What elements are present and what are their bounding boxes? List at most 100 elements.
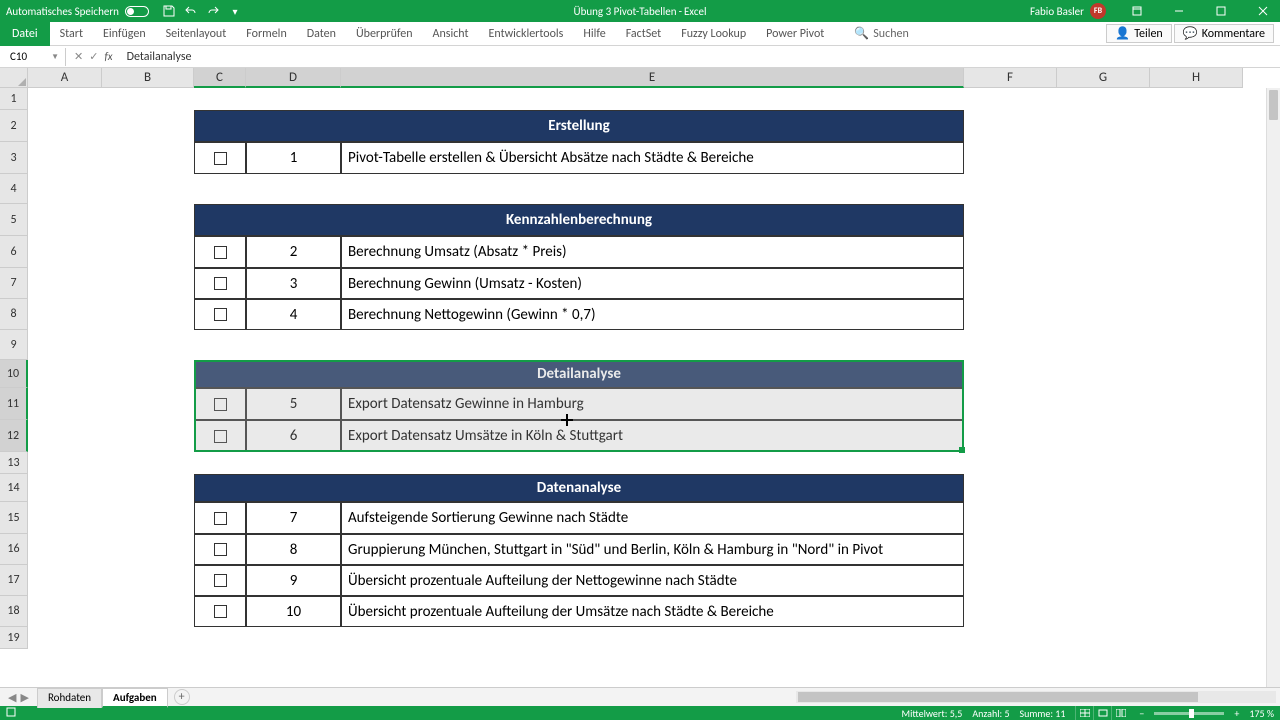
select-all-corner[interactable]: [0, 68, 28, 88]
task-checkbox-cell[interactable]: [194, 388, 246, 420]
row-header[interactable]: 15: [0, 502, 28, 534]
cancel-icon[interactable]: ✕: [74, 50, 83, 63]
task-description-cell[interactable]: Übersicht prozentuale Aufteilung der Ums…: [341, 596, 964, 627]
task-number-cell[interactable]: 8: [246, 534, 341, 565]
task-description-cell[interactable]: Berechnung Nettogewinn (Gewinn * 0,7): [341, 299, 964, 330]
ribbon-tab[interactable]: Einfügen: [93, 22, 156, 46]
section-header[interactable]: Detailanalyse: [194, 360, 964, 388]
column-header[interactable]: C: [194, 68, 246, 88]
checkbox-icon[interactable]: [214, 246, 227, 259]
row-header[interactable]: 6: [0, 236, 28, 268]
row-header[interactable]: 10: [0, 360, 28, 388]
task-description-cell[interactable]: Export Datensatz Umsätze in Köln & Stutt…: [341, 420, 964, 452]
checkbox-icon[interactable]: [214, 398, 227, 411]
share-button[interactable]: 👤 Teilen: [1106, 24, 1172, 43]
task-description-cell[interactable]: Übersicht prozentuale Aufteilung der Net…: [341, 565, 964, 596]
view-page-break-icon[interactable]: [1111, 706, 1129, 720]
row-header[interactable]: 2: [0, 110, 28, 142]
task-description-cell[interactable]: Aufsteigende Sortierung Gewinne nach Stä…: [341, 502, 964, 534]
checkbox-icon[interactable]: [214, 574, 227, 587]
task-number-cell[interactable]: 6: [246, 420, 341, 452]
row-header[interactable]: 16: [0, 534, 28, 565]
sheet-nav-next-icon[interactable]: ▶: [20, 691, 28, 704]
task-number-cell[interactable]: 10: [246, 596, 341, 627]
row-header[interactable]: 17: [0, 565, 28, 596]
name-box[interactable]: C10 ▼: [4, 48, 66, 66]
column-header[interactable]: B: [102, 68, 194, 88]
section-header[interactable]: Datenanalyse: [194, 474, 964, 502]
ribbon-tab[interactable]: Entwicklertools: [479, 22, 574, 46]
row-header[interactable]: 18: [0, 596, 28, 627]
row-header[interactable]: 5: [0, 204, 28, 236]
horizontal-scrollbar[interactable]: [796, 691, 1276, 703]
ribbon-tab[interactable]: Seitenlayout: [156, 22, 237, 46]
ribbon-tab[interactable]: Start: [50, 22, 93, 46]
record-macro-icon[interactable]: [6, 707, 16, 720]
section-header[interactable]: Erstellung: [194, 110, 964, 142]
task-number-cell[interactable]: 9: [246, 565, 341, 596]
column-header[interactable]: A: [28, 68, 102, 88]
row-header[interactable]: 4: [0, 174, 28, 204]
column-header[interactable]: G: [1057, 68, 1150, 88]
row-header[interactable]: 12: [0, 420, 28, 452]
ribbon-tab[interactable]: Formeln: [236, 22, 296, 46]
checkbox-icon[interactable]: [214, 152, 227, 165]
checkbox-icon[interactable]: [214, 308, 227, 321]
row-header[interactable]: 9: [0, 330, 28, 360]
task-checkbox-cell[interactable]: [194, 534, 246, 565]
task-checkbox-cell[interactable]: [194, 502, 246, 534]
close-button[interactable]: [1246, 0, 1280, 22]
task-description-cell[interactable]: Gruppierung München, Stuttgart in "Süd" …: [341, 534, 964, 565]
checkbox-icon[interactable]: [214, 605, 227, 618]
redo-icon[interactable]: [207, 5, 219, 17]
user-account[interactable]: Fabio Basler FB: [1030, 3, 1106, 19]
view-page-layout-icon[interactable]: [1093, 706, 1111, 720]
checkbox-icon[interactable]: [214, 512, 227, 525]
row-header[interactable]: 1: [0, 88, 28, 110]
task-checkbox-cell[interactable]: [194, 236, 246, 268]
task-checkbox-cell[interactable]: [194, 420, 246, 452]
task-description-cell[interactable]: Berechnung Gewinn (Umsatz - Kosten): [341, 268, 964, 299]
task-number-cell[interactable]: 1: [246, 142, 341, 174]
ribbon-display-options-icon[interactable]: [1120, 0, 1154, 22]
column-header[interactable]: D: [246, 68, 341, 88]
save-icon[interactable]: [163, 5, 175, 17]
row-header[interactable]: 19: [0, 627, 28, 649]
vertical-scrollbar[interactable]: [1266, 88, 1280, 687]
task-checkbox-cell[interactable]: [194, 268, 246, 299]
check-icon[interactable]: ✓: [89, 50, 98, 63]
task-description-cell[interactable]: Export Datensatz Gewinne in Hamburg: [341, 388, 964, 420]
row-header[interactable]: 3: [0, 142, 28, 174]
fx-icon[interactable]: fx: [104, 50, 112, 63]
checkbox-icon[interactable]: [214, 543, 227, 556]
sheet-tab[interactable]: Aufgaben: [102, 688, 168, 708]
section-header[interactable]: Kennzahlenberechnung: [194, 204, 964, 236]
minimize-button[interactable]: [1162, 0, 1196, 22]
comments-button[interactable]: 💬 Kommentare: [1174, 24, 1274, 43]
zoom-slider[interactable]: [1154, 712, 1224, 715]
formula-input[interactable]: Detailanalyse: [121, 50, 1280, 64]
ribbon-tab[interactable]: Überprüfen: [346, 22, 423, 46]
add-sheet-button[interactable]: +: [174, 689, 190, 705]
zoom-in-button[interactable]: +: [1234, 707, 1239, 720]
tab-file[interactable]: Datei: [0, 22, 50, 46]
task-checkbox-cell[interactable]: [194, 565, 246, 596]
ribbon-tab[interactable]: Hilfe: [573, 22, 615, 46]
row-header[interactable]: 7: [0, 268, 28, 299]
view-normal-icon[interactable]: [1075, 706, 1093, 720]
task-number-cell[interactable]: 2: [246, 236, 341, 268]
ribbon-tab[interactable]: Power Pivot: [756, 22, 834, 46]
row-header[interactable]: 8: [0, 299, 28, 330]
checkbox-icon[interactable]: [214, 277, 227, 290]
task-description-cell[interactable]: Pivot-Tabelle erstellen & Übersicht Absä…: [341, 142, 964, 174]
task-checkbox-cell[interactable]: [194, 299, 246, 330]
qat-customize-icon[interactable]: ▾: [229, 5, 241, 17]
column-header[interactable]: E: [341, 68, 964, 88]
spreadsheet-grid[interactable]: ABCDEFGH 12345678910111213141516171819 E…: [0, 68, 1280, 687]
undo-icon[interactable]: [185, 5, 197, 17]
row-header[interactable]: 14: [0, 474, 28, 502]
sheet-nav-prev-icon[interactable]: ◀: [8, 691, 16, 704]
ribbon-tab[interactable]: Fuzzy Lookup: [671, 22, 756, 46]
task-number-cell[interactable]: 5: [246, 388, 341, 420]
ribbon-tab[interactable]: Daten: [297, 22, 346, 46]
